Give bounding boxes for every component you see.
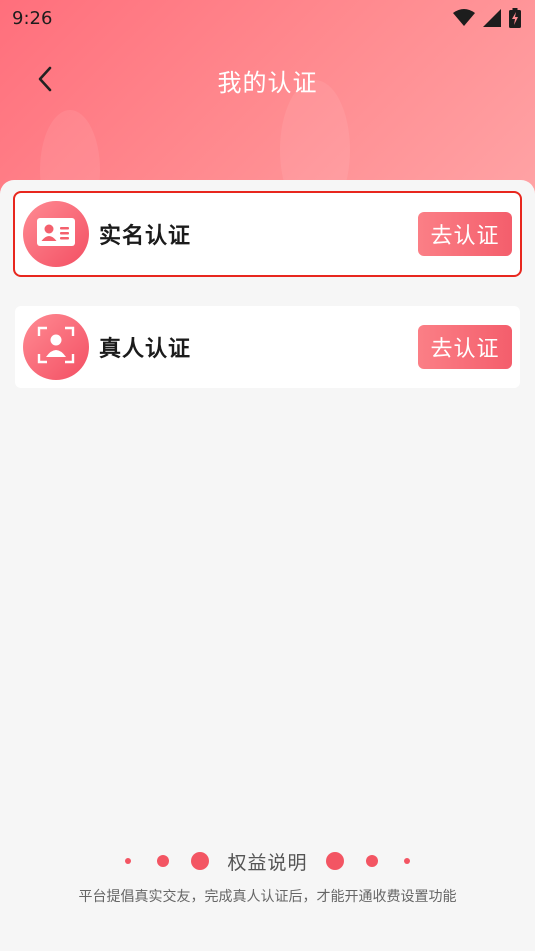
decor-dot: [125, 858, 132, 864]
go-verify-button[interactable]: 去认证: [418, 325, 512, 369]
nav-bar: 我的认证: [0, 52, 535, 108]
status-icons: [453, 8, 521, 28]
chevron-left-icon: [37, 66, 53, 96]
benefits-note: 平台提倡真实交友，完成真人认证后，才能开通收费设置功能: [78, 889, 457, 905]
card-label: 真人认证: [99, 337, 192, 362]
page-title: 我的认证: [217, 68, 318, 97]
id-card-icon: [36, 217, 76, 251]
decor-dot: [365, 855, 378, 867]
card-real-person-verification[interactable]: 真人认证 去认证: [15, 306, 520, 388]
wifi-icon: [453, 9, 475, 27]
battery-charging-icon: [509, 8, 521, 28]
benefits-header: 权益说明: [0, 846, 535, 876]
status-time: 9:26: [12, 7, 53, 29]
content-panel: 实名认证 去认证 真人认证 去认证: [0, 180, 535, 951]
card-real-name-verification[interactable]: 实名认证 去认证: [13, 191, 522, 277]
back-button[interactable]: [28, 64, 62, 98]
status-bar: 9:26: [0, 0, 535, 36]
card-icon-circle: [23, 201, 89, 267]
decor-dot: [325, 852, 344, 870]
card-label: 实名认证: [99, 224, 192, 249]
go-verify-button[interactable]: 去认证: [418, 212, 512, 256]
decor-dot: [191, 852, 210, 870]
decor-dot: [157, 855, 170, 867]
decor-dot: [403, 858, 410, 864]
face-scan-icon: [37, 326, 75, 368]
benefits-title: 权益说明: [227, 851, 308, 874]
signal-icon: [483, 9, 501, 27]
card-icon-circle: [23, 314, 89, 380]
